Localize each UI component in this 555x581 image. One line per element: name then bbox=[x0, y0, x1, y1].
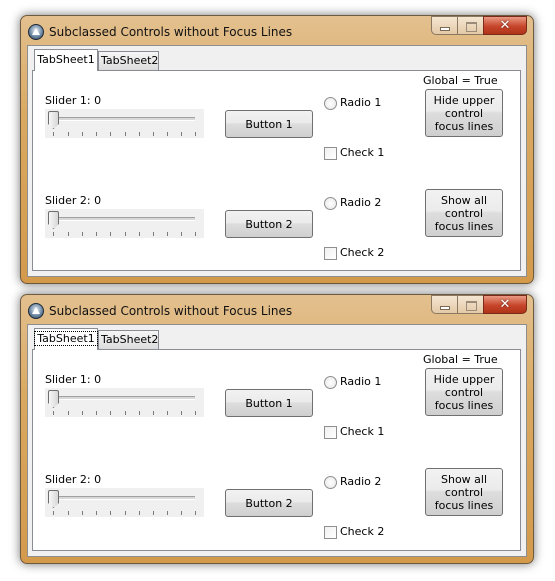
button-2[interactable]: Button 2 bbox=[225, 489, 313, 517]
minimize-button[interactable] bbox=[431, 16, 457, 35]
tab-tabsheet1[interactable]: TabSheet1 bbox=[34, 328, 98, 350]
app-icon[interactable] bbox=[28, 24, 44, 40]
close-icon: ✕ bbox=[499, 297, 511, 312]
maximize-button[interactable] bbox=[457, 295, 483, 314]
slider-1-label: Slider 1: 0 bbox=[45, 373, 102, 386]
check-2-label: Check 2 bbox=[340, 246, 385, 259]
radio-1-label: Radio 1 bbox=[340, 96, 382, 109]
tab-panel: Global = True Slider 1: 0 Button 1 Radio… bbox=[32, 349, 521, 551]
slider-1[interactable] bbox=[45, 109, 204, 138]
tab-tabsheet2[interactable]: TabSheet2 bbox=[98, 330, 159, 349]
slider-2-label: Slider 2: 0 bbox=[45, 194, 102, 207]
slider-2[interactable] bbox=[45, 488, 204, 517]
hide-focus-lines-button[interactable]: Hide upper control focus lines bbox=[425, 368, 503, 416]
window-1: Subclassed Controls without Focus Lines … bbox=[20, 15, 534, 284]
check-1-label: Check 1 bbox=[340, 425, 385, 438]
tab-label: TabSheet1 bbox=[37, 53, 95, 66]
button-1[interactable]: Button 1 bbox=[225, 389, 313, 417]
tab-panel: Global = True Slider 1: 0 Button 1 Radio… bbox=[32, 70, 521, 271]
minimize-button[interactable] bbox=[431, 295, 457, 314]
show-focus-lines-button[interactable]: Show all control focus lines bbox=[425, 468, 503, 516]
window-2: Subclassed Controls without Focus Lines … bbox=[20, 294, 534, 564]
global-label: Global = True bbox=[423, 353, 498, 366]
minimize-icon bbox=[441, 28, 449, 30]
radio-2[interactable] bbox=[324, 476, 337, 489]
window-title: Subclassed Controls without Focus Lines bbox=[49, 25, 293, 39]
radio-1[interactable] bbox=[324, 376, 337, 389]
radio-1-label: Radio 1 bbox=[340, 375, 382, 388]
global-label: Global = True bbox=[423, 74, 498, 87]
caption-buttons: ✕ bbox=[431, 295, 527, 315]
radio-1[interactable] bbox=[324, 97, 337, 110]
window-title: Subclassed Controls without Focus Lines bbox=[49, 304, 293, 318]
maximize-button[interactable] bbox=[457, 16, 483, 35]
hide-focus-lines-button[interactable]: Hide upper control focus lines bbox=[425, 89, 503, 137]
slider-thumb[interactable] bbox=[48, 490, 59, 508]
slider-thumb[interactable] bbox=[48, 111, 59, 129]
slider-thumb[interactable] bbox=[48, 390, 59, 408]
slider-1-label: Slider 1: 0 bbox=[45, 94, 102, 107]
close-button[interactable]: ✕ bbox=[483, 16, 527, 35]
title-bar[interactable]: Subclassed Controls without Focus Lines … bbox=[21, 16, 533, 46]
slider-1[interactable] bbox=[45, 388, 204, 417]
slider-track bbox=[53, 217, 195, 221]
tab-tabsheet2[interactable]: TabSheet2 bbox=[98, 51, 159, 70]
caption-buttons: ✕ bbox=[431, 16, 527, 36]
radio-2-label: Radio 2 bbox=[340, 475, 382, 488]
slider-track bbox=[53, 496, 195, 500]
slider-2-label: Slider 2: 0 bbox=[45, 473, 102, 486]
slider-track bbox=[53, 117, 195, 121]
close-icon: ✕ bbox=[499, 18, 511, 33]
show-focus-lines-button[interactable]: Show all control focus lines bbox=[425, 189, 503, 237]
tab-label: TabSheet1 bbox=[34, 331, 98, 346]
maximize-icon bbox=[466, 301, 477, 311]
client-area: TabSheet1 TabSheet2 Global = True Slider… bbox=[27, 324, 527, 557]
check-2[interactable] bbox=[324, 526, 337, 539]
button-2[interactable]: Button 2 bbox=[225, 210, 313, 238]
check-2-label: Check 2 bbox=[340, 525, 385, 538]
tab-label: TabSheet2 bbox=[101, 54, 159, 67]
check-2[interactable] bbox=[324, 247, 337, 260]
check-1-label: Check 1 bbox=[340, 146, 385, 159]
radio-2-label: Radio 2 bbox=[340, 196, 382, 209]
slider-2[interactable] bbox=[45, 209, 204, 238]
check-1[interactable] bbox=[324, 426, 337, 439]
tab-label: TabSheet2 bbox=[101, 333, 159, 346]
slider-track bbox=[53, 396, 195, 400]
radio-2[interactable] bbox=[324, 197, 337, 210]
button-1[interactable]: Button 1 bbox=[225, 110, 313, 138]
maximize-icon bbox=[466, 22, 477, 32]
check-1[interactable] bbox=[324, 147, 337, 160]
app-icon[interactable] bbox=[28, 303, 44, 319]
tab-tabsheet1[interactable]: TabSheet1 bbox=[34, 49, 98, 71]
minimize-icon bbox=[441, 307, 449, 309]
close-button[interactable]: ✕ bbox=[483, 295, 527, 314]
title-bar[interactable]: Subclassed Controls without Focus Lines … bbox=[21, 295, 533, 325]
client-area: TabSheet1 TabSheet2 Global = True Slider… bbox=[27, 45, 527, 277]
slider-thumb[interactable] bbox=[48, 211, 59, 229]
